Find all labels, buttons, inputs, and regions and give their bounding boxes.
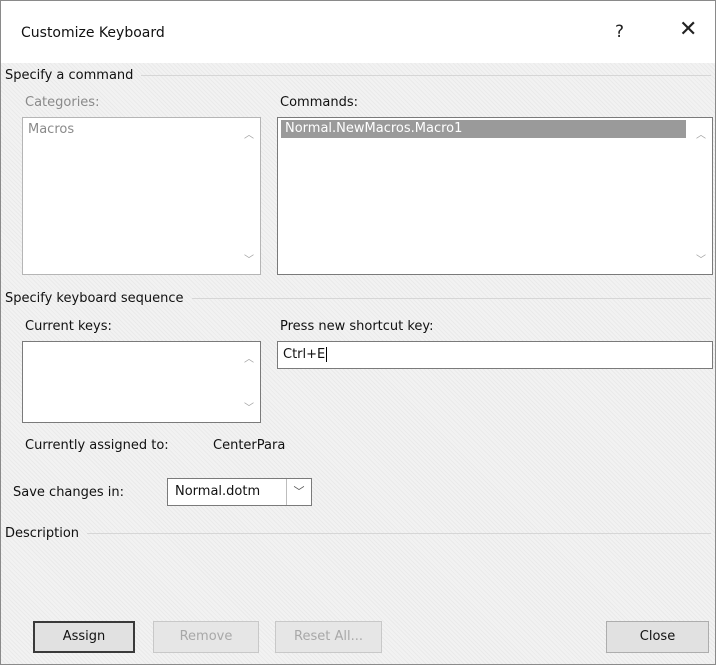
shortcut-value: Ctrl+E (283, 347, 326, 362)
new-shortcut-label: Press new shortcut key: (280, 319, 434, 334)
text-caret (326, 347, 328, 362)
help-icon[interactable]: ? (615, 22, 624, 42)
new-shortcut-input[interactable]: Ctrl+E (277, 341, 713, 369)
scroll-down-icon[interactable]: ﹀ (696, 251, 706, 266)
category-item-macros[interactable]: Macros (28, 122, 74, 137)
commands-label: Commands: (280, 95, 358, 110)
customize-keyboard-dialog: Customize Keyboard ? ✕ Specify a command… (0, 0, 716, 665)
current-keys-label: Current keys: (25, 319, 112, 334)
categories-listbox[interactable]: Macros ︿ ﹀ (22, 117, 261, 275)
description-heading: Description (5, 526, 80, 541)
save-changes-label: Save changes in: (13, 485, 125, 500)
section-divider (141, 75, 711, 76)
scroll-down-icon[interactable]: ﹀ (244, 251, 254, 266)
command-item-macro1[interactable]: Normal.NewMacros.Macro1 (281, 120, 686, 138)
commands-listbox[interactable]: Normal.NewMacros.Macro1 ︿ ﹀ (277, 117, 713, 275)
scroll-up-icon[interactable]: ︿ (244, 126, 254, 141)
keyboard-sequence-group: Specify keyboard sequence (5, 291, 711, 306)
currently-assigned-label: Currently assigned to: (25, 438, 169, 453)
save-changes-value: Normal.dotm (175, 484, 261, 499)
close-icon[interactable]: ✕ (679, 19, 697, 41)
remove-button[interactable]: Remove (153, 621, 259, 653)
assign-button[interactable]: Assign (33, 621, 135, 653)
section-divider (191, 298, 711, 299)
scroll-down-icon[interactable]: ﹀ (244, 399, 254, 414)
chevron-down-icon[interactable]: ﹀ (286, 479, 311, 505)
reset-all-button[interactable]: Reset All... (275, 621, 382, 653)
title-bar: Customize Keyboard ? ✕ (1, 1, 715, 63)
keyboard-sequence-heading: Specify keyboard sequence (5, 291, 184, 306)
currently-assigned-value: CenterPara (213, 438, 286, 453)
dialog-title: Customize Keyboard (21, 25, 165, 41)
close-button[interactable]: Close (606, 621, 709, 653)
section-divider (87, 533, 711, 534)
save-changes-dropdown[interactable]: Normal.dotm ﹀ (167, 478, 312, 506)
current-keys-listbox[interactable]: ︿ ﹀ (22, 341, 261, 423)
scroll-up-icon[interactable]: ︿ (696, 126, 706, 141)
description-group: Description (5, 526, 711, 541)
scroll-up-icon[interactable]: ︿ (244, 350, 254, 365)
categories-label: Categories: (25, 95, 100, 110)
specify-command-heading: Specify a command (5, 68, 134, 83)
specify-command-group: Specify a command (5, 68, 711, 83)
